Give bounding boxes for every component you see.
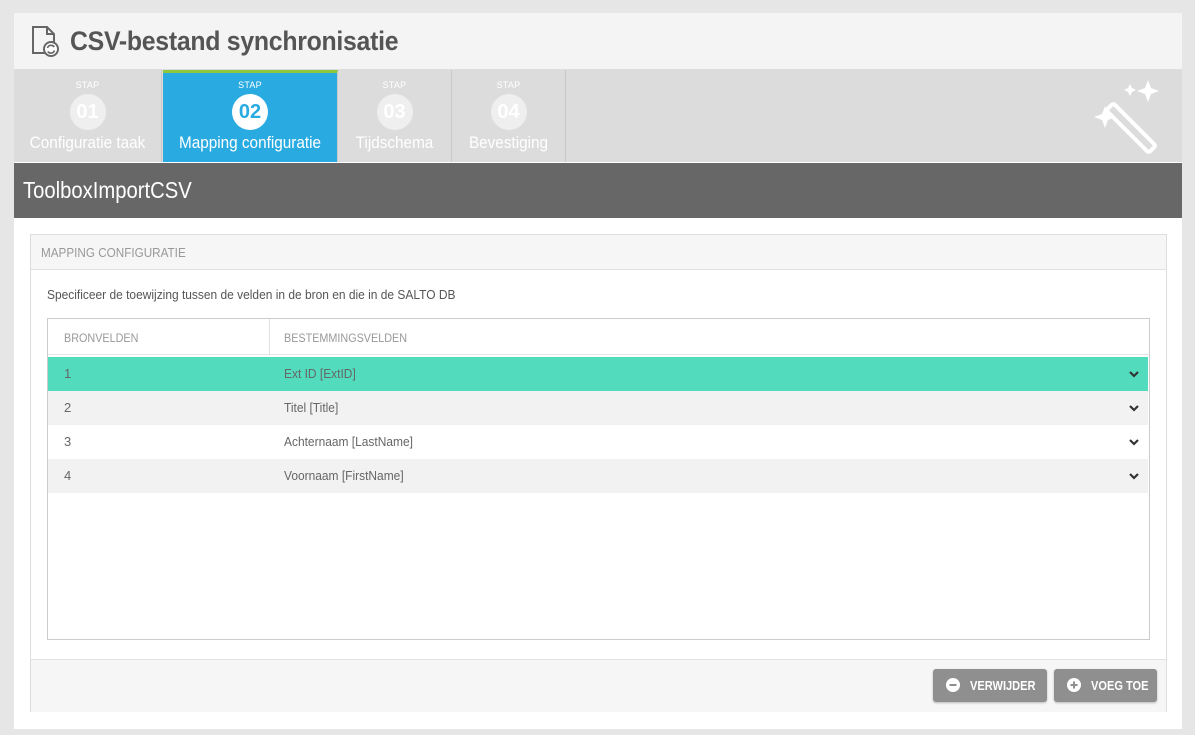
wizard-steps: STAP 01 Configuratie taak STAP 02 Mappin… xyxy=(14,70,1182,162)
remove-button-label: VERWIJDER xyxy=(970,678,1036,693)
chevron-down-icon[interactable] xyxy=(1128,368,1140,380)
table-row[interactable]: 1 Ext ID [ExtID] xyxy=(48,357,1148,391)
source-field: 1 xyxy=(64,366,72,381)
column-header-bronvelden[interactable]: BRONVELDEN xyxy=(64,331,138,345)
column-header-bestemmingsvelden[interactable]: BESTEMMINGSVELDEN xyxy=(284,331,407,345)
table-row[interactable]: 3 Achternaam [LastName] xyxy=(48,425,1148,459)
remove-button[interactable]: VERWIJDER xyxy=(933,669,1047,702)
column-divider xyxy=(269,319,270,355)
table-row[interactable]: 2 Titel [Title] xyxy=(48,391,1148,425)
step-number: 02 xyxy=(232,94,268,130)
chevron-down-icon[interactable] xyxy=(1128,402,1140,414)
destination-field[interactable]: Voornaam [FirstName] xyxy=(284,468,404,483)
table-row[interactable]: 4 Voornaam [FirstName] xyxy=(48,459,1148,493)
mapping-panel: MAPPING CONFIGURATIE Specificeer de toew… xyxy=(30,234,1167,712)
task-name: ToolboxImportCSV xyxy=(23,177,192,203)
step-mapping-configuratie[interactable]: STAP 02 Mapping configuratie xyxy=(163,70,338,162)
step-label: Mapping configuratie xyxy=(178,133,322,152)
step-prefix: STAP xyxy=(382,80,407,90)
step-number: 03 xyxy=(376,94,413,130)
step-label: Bevestiging xyxy=(468,133,549,152)
step-prefix: STAP xyxy=(238,80,262,90)
step-label: Tijdschema xyxy=(355,133,434,152)
panel-header: MAPPING CONFIGURATIE xyxy=(31,235,1166,270)
chevron-down-icon[interactable] xyxy=(1128,436,1140,448)
wizard-window: CSV-bestand synchronisatie STAP 01 Confi… xyxy=(14,13,1182,729)
mapping-table: BRONVELDEN BESTEMMINGSVELDEN 1 Ext ID [E… xyxy=(47,318,1150,640)
task-name-bar: ToolboxImportCSV xyxy=(14,163,1182,218)
plus-circle-icon xyxy=(1067,678,1081,692)
document-sync-icon xyxy=(32,26,59,57)
step-tijdschema[interactable]: STAP 03 Tijdschema xyxy=(338,70,452,162)
step-configuratie-taak[interactable]: STAP 01 Configuratie taak xyxy=(14,70,162,162)
panel-footer: VERWIJDER VOEG TOE xyxy=(31,659,1166,712)
destination-field[interactable]: Achternaam [LastName] xyxy=(284,434,413,449)
destination-field[interactable]: Ext ID [ExtID] xyxy=(284,366,356,381)
minus-circle-icon xyxy=(946,678,960,692)
step-label: Configuratie taak xyxy=(29,133,146,152)
chevron-down-icon[interactable] xyxy=(1128,470,1140,482)
step-number: 04 xyxy=(490,94,527,130)
table-header: BRONVELDEN BESTEMMINGSVELDEN xyxy=(48,319,1149,355)
page-header: CSV-bestand synchronisatie xyxy=(14,13,1182,70)
source-field: 4 xyxy=(64,468,72,483)
step-number: 01 xyxy=(69,94,106,130)
add-button[interactable]: VOEG TOE xyxy=(1054,669,1157,702)
magic-wand-icon xyxy=(1094,80,1159,154)
step-bevestiging[interactable]: STAP 04 Bevestiging xyxy=(452,70,566,162)
panel-title: MAPPING CONFIGURATIE xyxy=(41,245,186,260)
source-field: 3 xyxy=(64,434,72,449)
add-button-label: VOEG TOE xyxy=(1091,678,1149,693)
step-prefix: STAP xyxy=(75,80,100,90)
panel-description: Specificeer de toewijzing tussen de veld… xyxy=(47,287,456,302)
page-title: CSV-bestand synchronisatie xyxy=(70,26,399,56)
destination-field[interactable]: Titel [Title] xyxy=(284,400,338,415)
source-field: 2 xyxy=(64,400,72,415)
step-prefix: STAP xyxy=(496,80,521,90)
